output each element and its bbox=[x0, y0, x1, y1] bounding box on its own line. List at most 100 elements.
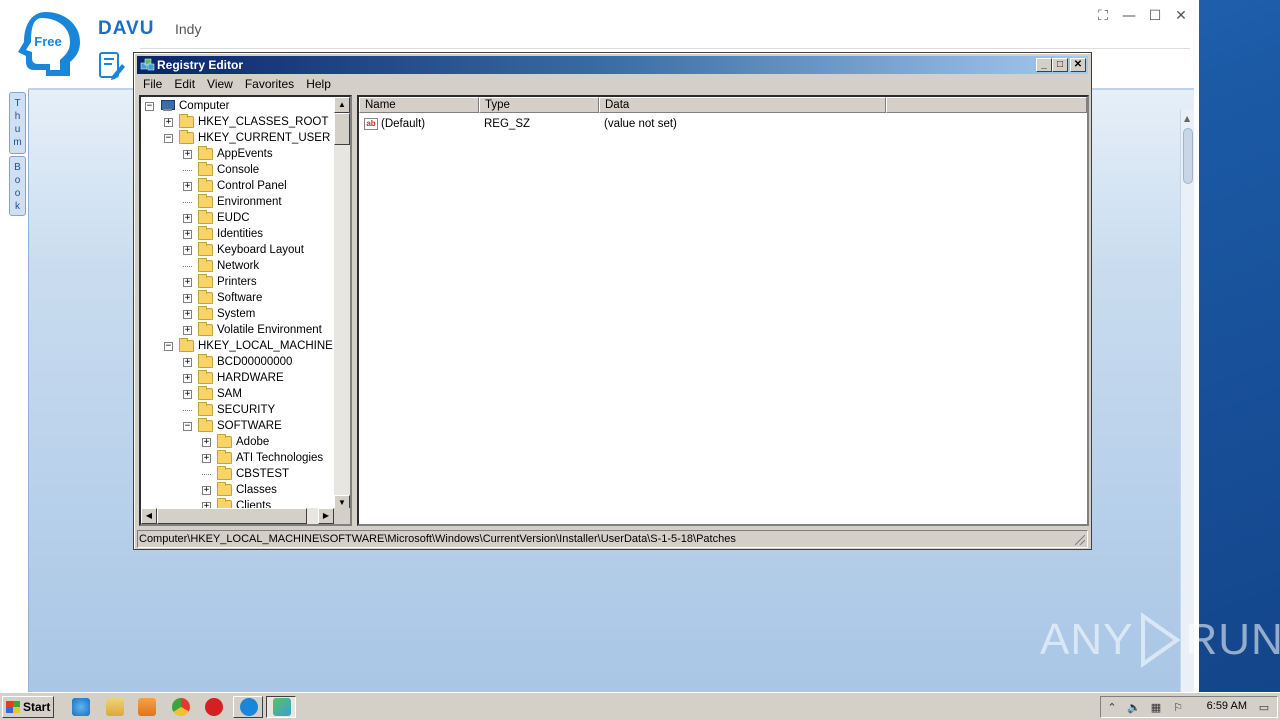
tree-item[interactable]: Network bbox=[183, 258, 259, 274]
file-explorer-icon[interactable] bbox=[106, 698, 124, 716]
maximize-button[interactable]: □ bbox=[1052, 58, 1068, 72]
tree-item-label: Classes bbox=[236, 484, 277, 496]
tree-item[interactable]: CBSTEST bbox=[202, 466, 289, 482]
content-scrollbar[interactable]: ▲ bbox=[1180, 110, 1194, 692]
list-header: Name Type Data bbox=[359, 97, 1087, 113]
collapse-icon[interactable]: − bbox=[145, 101, 154, 111]
tab-letter: m bbox=[13, 137, 22, 148]
column-header-data[interactable]: Data bbox=[599, 97, 886, 113]
tree-item[interactable]: + Identities bbox=[183, 226, 263, 242]
edit-document-icon[interactable] bbox=[96, 50, 126, 80]
expand-icon[interactable]: + bbox=[164, 117, 173, 127]
chrome-icon[interactable] bbox=[172, 698, 190, 716]
close-button[interactable]: ✕ bbox=[1173, 8, 1189, 24]
expand-icon[interactable]: + bbox=[183, 373, 192, 383]
expand-icon[interactable]: + bbox=[183, 293, 192, 303]
regedit-titlebar[interactable]: Registry Editor _ □ ✕ bbox=[137, 56, 1088, 74]
expand-icon[interactable]: + bbox=[183, 181, 192, 191]
expand-icon[interactable]: + bbox=[183, 149, 192, 159]
scroll-right-arrow-icon[interactable]: ▶ bbox=[318, 508, 334, 524]
media-player-icon[interactable] bbox=[138, 698, 156, 716]
volume-icon[interactable]: 🔈 bbox=[1127, 701, 1141, 714]
tree-item[interactable]: + SAM bbox=[183, 386, 242, 402]
taskbar-davu-button[interactable] bbox=[233, 696, 263, 718]
tree-item[interactable]: + ATI Technologies bbox=[202, 450, 323, 466]
tree-item[interactable]: − Computer bbox=[145, 98, 230, 114]
menu-item-help[interactable]: Help bbox=[300, 75, 337, 93]
scrollbar-thumb[interactable] bbox=[1183, 128, 1193, 184]
tab-book[interactable]: Book bbox=[9, 156, 26, 216]
collapse-icon[interactable]: − bbox=[164, 341, 173, 351]
internet-explorer-icon[interactable] bbox=[72, 698, 90, 716]
tree-item[interactable]: + Control Panel bbox=[183, 178, 287, 194]
expand-icon[interactable]: + bbox=[202, 485, 211, 495]
scroll-up-arrow-icon[interactable]: ▲ bbox=[1184, 114, 1190, 123]
expand-icon[interactable]: + bbox=[183, 245, 192, 255]
show-hidden-icons-icon[interactable]: ⌃ bbox=[1105, 701, 1119, 714]
tree-item[interactable]: + BCD00000000 bbox=[183, 354, 292, 370]
expand-icon[interactable]: + bbox=[202, 453, 211, 463]
expand-icon[interactable]: + bbox=[202, 437, 211, 447]
expand-icon[interactable]: + bbox=[183, 213, 192, 223]
network-icon[interactable]: ▦ bbox=[1149, 701, 1163, 714]
tree-vertical-scrollbar[interactable]: ▲ ▼ bbox=[334, 97, 350, 511]
tree-item[interactable]: Environment bbox=[183, 194, 282, 210]
fullscreen-icon[interactable]: ⛶ bbox=[1095, 8, 1111, 24]
tree-item[interactable]: − HKEY_CURRENT_USER bbox=[164, 130, 330, 146]
minimize-button[interactable]: — bbox=[1121, 8, 1137, 24]
tree-item[interactable]: + Adobe bbox=[202, 434, 269, 450]
expand-icon[interactable]: + bbox=[183, 357, 192, 367]
folder-icon bbox=[198, 162, 213, 176]
column-header-type[interactable]: Type bbox=[479, 97, 599, 113]
menu-item-view[interactable]: View bbox=[201, 75, 239, 93]
tree-item[interactable]: + HARDWARE bbox=[183, 370, 284, 386]
expand-icon[interactable]: + bbox=[183, 277, 192, 287]
resize-grip-icon[interactable] bbox=[1075, 535, 1085, 545]
tree-horizontal-scrollbar[interactable]: ◀ ▶ bbox=[141, 508, 334, 524]
tree-item[interactable]: Console bbox=[183, 162, 259, 178]
tree-item[interactable]: + Keyboard Layout bbox=[183, 242, 304, 258]
close-button[interactable]: ✕ bbox=[1070, 58, 1086, 72]
values-list[interactable]: Name Type Data ab (Default) REG_SZ (value… bbox=[357, 95, 1089, 526]
tree-item[interactable]: + HKEY_CLASSES_ROOT bbox=[164, 114, 328, 130]
action-center-flag-icon[interactable]: ⚐ bbox=[1171, 701, 1185, 714]
tree-item[interactable]: + System bbox=[183, 306, 255, 322]
expand-icon[interactable]: + bbox=[183, 309, 192, 319]
tree-item[interactable]: + AppEvents bbox=[183, 146, 273, 162]
menu-item-file[interactable]: File bbox=[137, 75, 168, 93]
opera-icon[interactable] bbox=[205, 698, 223, 716]
list-item[interactable]: ab (Default) REG_SZ (value not set) bbox=[359, 116, 886, 132]
menu-item-edit[interactable]: Edit bbox=[168, 75, 201, 93]
tab-thumb[interactable]: Thum bbox=[9, 92, 26, 154]
tree-item[interactable]: + Printers bbox=[183, 274, 257, 290]
tree-item[interactable]: − HKEY_LOCAL_MACHINE bbox=[164, 338, 333, 354]
tree-item-label: SECURITY bbox=[217, 404, 276, 416]
tree-item[interactable]: − SOFTWARE bbox=[183, 418, 282, 434]
tree-item-label: Software bbox=[217, 292, 263, 304]
minimize-button[interactable]: _ bbox=[1036, 58, 1052, 72]
menu-item-favorites[interactable]: Favorites bbox=[239, 75, 300, 93]
registry-tree[interactable]: − Computer + HKEY_CLASSES_ROOT − HKEY_CURRENT… bbox=[139, 95, 352, 526]
tree-item[interactable]: SECURITY bbox=[183, 402, 275, 418]
expand-icon[interactable]: + bbox=[183, 325, 192, 335]
start-button[interactable]: Start bbox=[2, 696, 54, 718]
taskbar-regedit-button[interactable] bbox=[266, 696, 296, 718]
tree-item[interactable]: + Volatile Environment bbox=[183, 322, 322, 338]
collapse-icon[interactable]: − bbox=[164, 133, 173, 143]
tree-item[interactable]: + Software bbox=[183, 290, 262, 306]
tree-item[interactable]: + Classes bbox=[202, 482, 277, 498]
tree-item[interactable]: + EUDC bbox=[183, 210, 250, 226]
show-desktop-icon[interactable]: ▭ bbox=[1255, 701, 1273, 714]
app-title: DAVU bbox=[98, 18, 155, 39]
collapse-icon[interactable]: − bbox=[183, 421, 192, 431]
scroll-up-arrow-icon[interactable]: ▲ bbox=[334, 97, 350, 113]
expand-icon[interactable]: + bbox=[183, 389, 192, 399]
column-header-filler bbox=[886, 97, 1087, 113]
clock[interactable]: 6:59 AM bbox=[1207, 700, 1247, 712]
expand-icon[interactable]: + bbox=[183, 229, 192, 239]
scrollbar-thumb[interactable] bbox=[157, 508, 307, 524]
scrollbar-thumb[interactable] bbox=[334, 113, 350, 145]
scroll-left-arrow-icon[interactable]: ◀ bbox=[141, 508, 157, 524]
column-header-name[interactable]: Name bbox=[359, 97, 479, 113]
maximize-button[interactable]: ☐ bbox=[1147, 8, 1163, 24]
